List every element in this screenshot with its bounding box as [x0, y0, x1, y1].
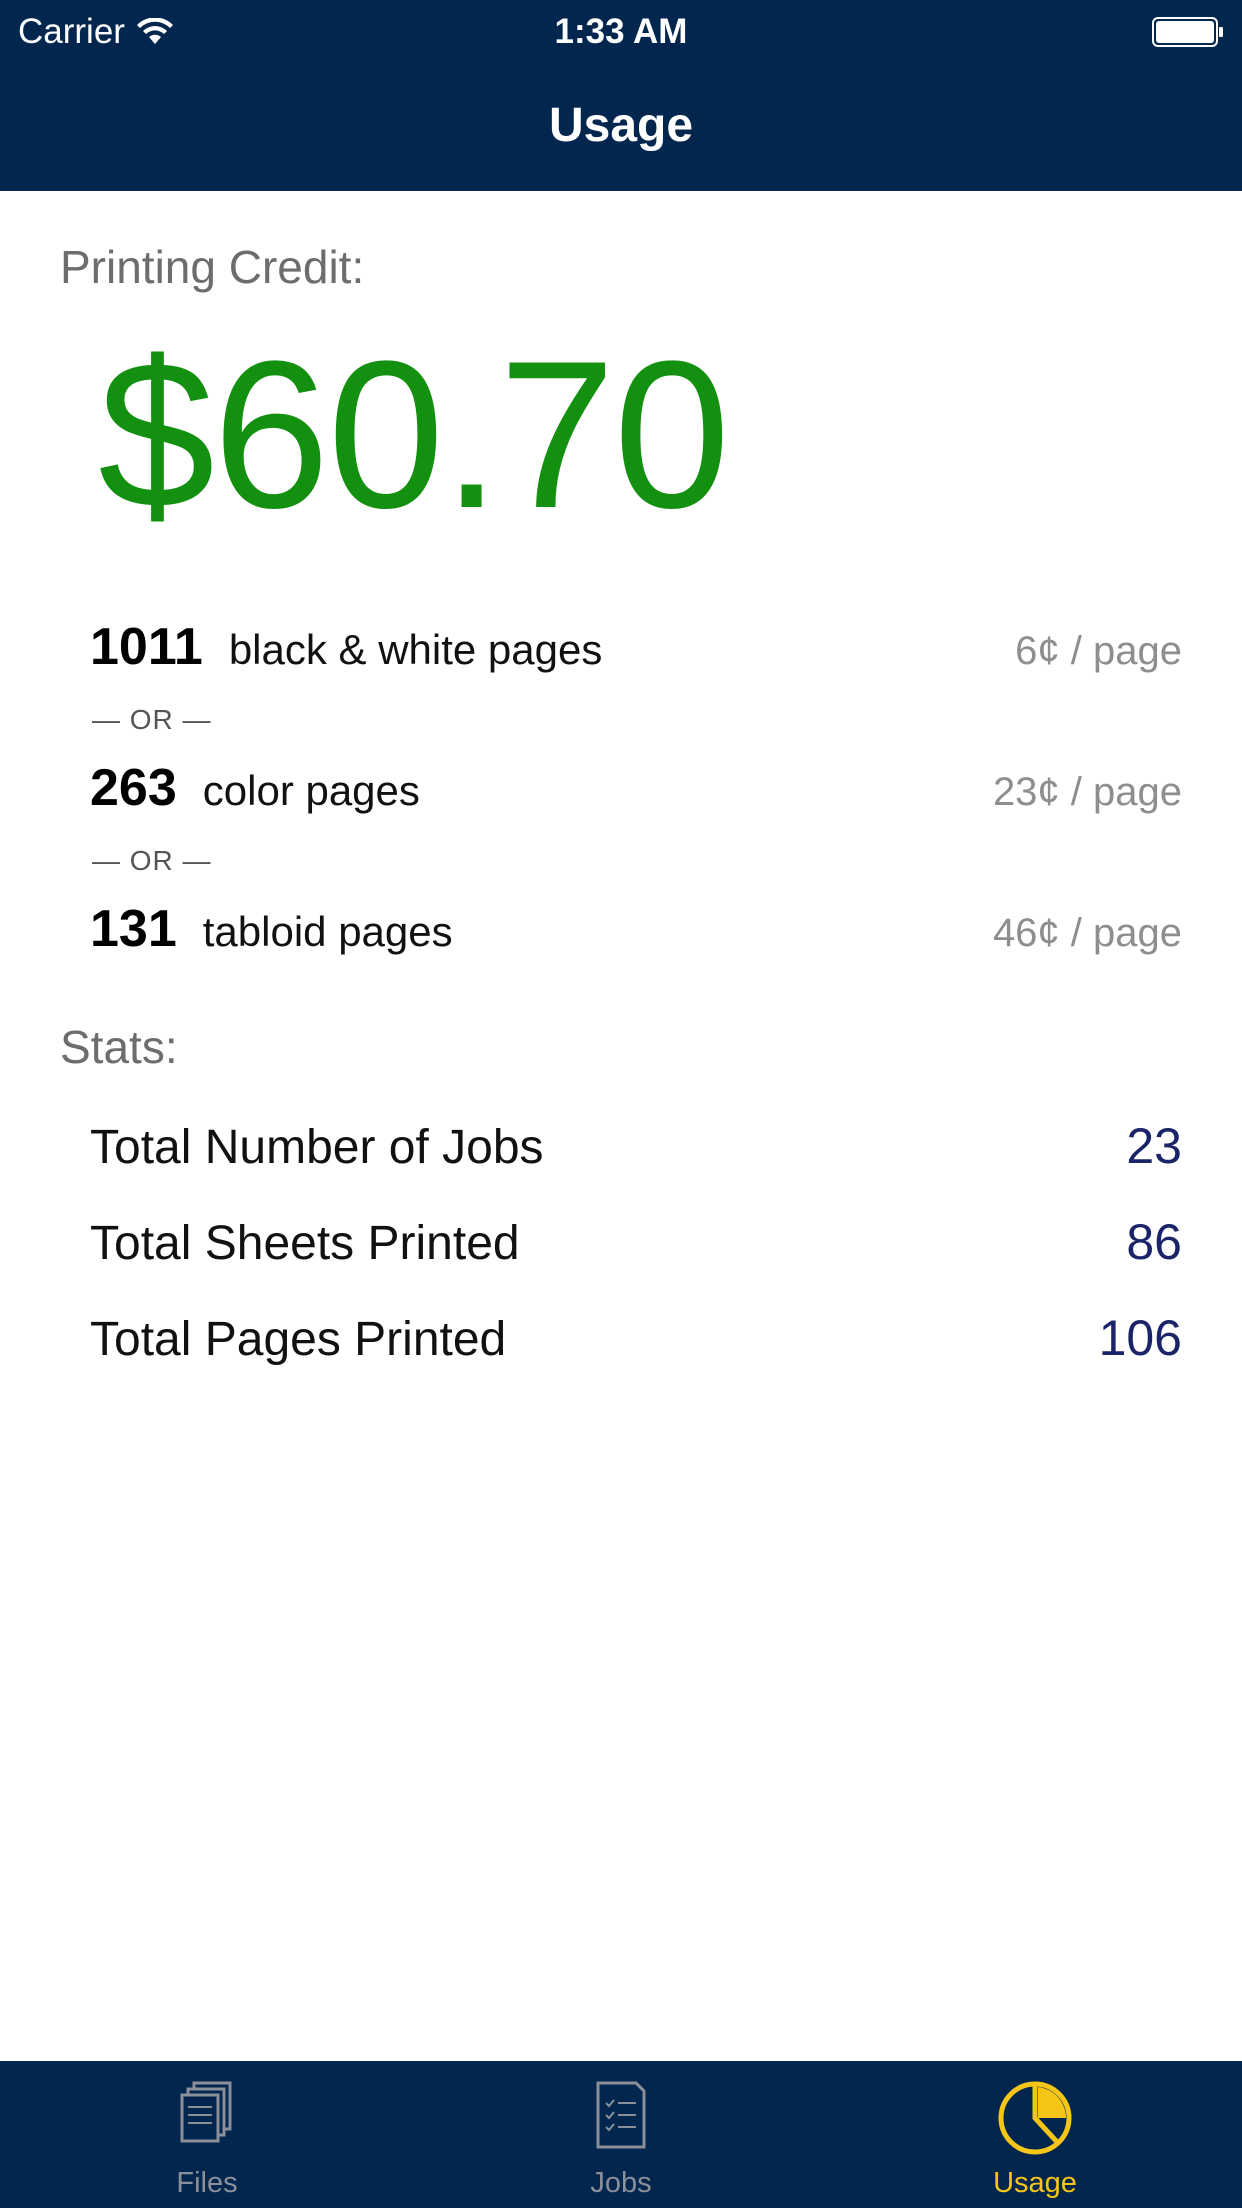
top-bar: Carrier 1:33 AM Usage — [0, 0, 1242, 191]
usage-screen: Carrier 1:33 AM Usage Printing Credit: $… — [0, 0, 1242, 2208]
color-pages-row: 263 color pages 23¢ / page — [90, 758, 1182, 818]
tab-files-label: Files — [176, 2167, 238, 2199]
stat-row-pages: Total Pages Printed 106 — [90, 1309, 1182, 1367]
color-page-rate: 23¢ / page — [992, 770, 1182, 814]
stat-label: Total Pages Printed — [90, 1313, 507, 1366]
battery-icon — [1152, 17, 1223, 47]
credit-amount: $60.70 — [98, 317, 730, 552]
tab-jobs-label: Jobs — [590, 2167, 652, 2199]
stats-label: Stats: — [60, 1021, 178, 1073]
bw-page-count: 1011 — [90, 618, 203, 676]
tab-usage[interactable]: Usage — [828, 2061, 1242, 2208]
files-icon — [180, 2081, 232, 2143]
stat-label: Total Number of Jobs — [90, 1121, 544, 1174]
stat-label: Total Sheets Printed — [90, 1217, 520, 1270]
tab-jobs[interactable]: Jobs — [414, 2061, 828, 2208]
usage-icon — [998, 2081, 1072, 2155]
status-time: 1:33 AM — [554, 12, 688, 51]
stat-value: 23 — [1126, 1118, 1182, 1174]
page-title: Usage — [548, 99, 694, 152]
tabloid-page-count: 131 — [90, 900, 177, 958]
tab-files[interactable]: Files — [0, 2061, 414, 2208]
stat-row-sheets: Total Sheets Printed 86 — [90, 1213, 1182, 1271]
tabloid-page-description: tabloid pages — [202, 908, 453, 955]
printing-credit-label: Printing Credit: — [60, 241, 365, 293]
or-separator: — OR — — [92, 845, 212, 876]
tab-usage-label: Usage — [993, 2167, 1077, 2199]
stat-value: 86 — [1126, 1214, 1182, 1270]
jobs-icon — [596, 2081, 646, 2149]
color-page-description: color pages — [202, 767, 420, 814]
tabloid-page-rate: 46¢ / page — [992, 911, 1182, 955]
stat-row-jobs: Total Number of Jobs 23 — [90, 1117, 1182, 1175]
bw-page-rate: 6¢ / page — [1015, 629, 1182, 673]
or-separator: — OR — — [92, 704, 212, 735]
bw-page-description: black & white pages — [228, 626, 603, 673]
stat-value: 106 — [1098, 1310, 1182, 1366]
bw-pages-row: 1011 black & white pages 6¢ / page — [90, 617, 1182, 677]
tabloid-pages-row: 131 tabloid pages 46¢ / page — [90, 899, 1182, 959]
tab-bar: Files Jobs Usage — [0, 2061, 1242, 2208]
color-page-count: 263 — [90, 759, 177, 817]
